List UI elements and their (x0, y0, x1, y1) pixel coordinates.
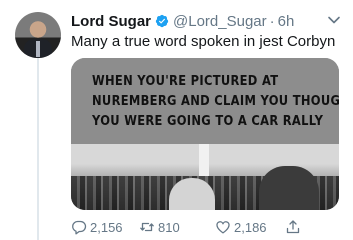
like-button[interactable]: 2,186 (215, 217, 267, 237)
reply-count: 2,156 (90, 219, 123, 235)
meme-caption: WHEN YOU'RE PICTURED AT NUREMBERG AND CL… (71, 58, 339, 144)
chevron-down-icon[interactable] (327, 13, 341, 27)
thread-line (37, 58, 39, 240)
avatar[interactable] (15, 12, 61, 58)
header-separator: · (269, 12, 275, 30)
retweet-count: 810 (158, 219, 180, 235)
share-icon (286, 220, 300, 234)
photo-figure (259, 166, 319, 210)
verified-badge-icon (155, 14, 169, 28)
tweet-header: Lord Sugar @Lord_Sugar · 6h (71, 11, 341, 31)
reply-button[interactable]: 2,156 (71, 217, 123, 237)
like-count: 2,186 (234, 219, 267, 235)
author-handle[interactable]: @Lord_Sugar (173, 13, 267, 30)
meme-caption-line: YOU WERE GOING TO A CAR RALLY (92, 112, 324, 129)
tweet-timestamp[interactable]: 6h (278, 13, 295, 30)
avatar-tie (36, 41, 40, 57)
heart-icon (216, 221, 230, 234)
tweet-media-image[interactable]: WHEN YOU'RE PICTURED AT NUREMBERG AND CL… (71, 58, 339, 210)
author-name[interactable]: Lord Sugar (71, 13, 151, 30)
tweet-actions: 2,156 810 2,186 (71, 217, 331, 237)
reply-icon (72, 220, 87, 235)
tweet-text: Many a true word spoken in jest Corbyn (71, 33, 336, 50)
retweet-button[interactable]: 810 (139, 217, 180, 237)
retweet-icon (140, 222, 154, 232)
share-button[interactable] (285, 217, 304, 237)
meme-photo (71, 144, 339, 210)
